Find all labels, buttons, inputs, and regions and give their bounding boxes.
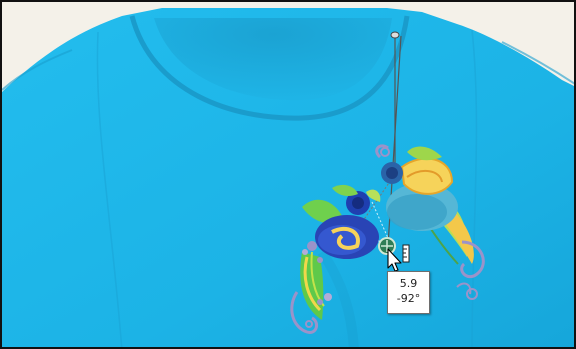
design-viewport[interactable]: 5.9 -92° bbox=[0, 0, 576, 349]
top-anchor-handle-icon[interactable] bbox=[390, 31, 400, 39]
rotation-tooltip: 5.9 -92° bbox=[387, 271, 430, 314]
t-shirt bbox=[2, 8, 574, 347]
tooltip-angle-value: -92° bbox=[396, 292, 421, 305]
rotation-handle-icon[interactable] bbox=[378, 237, 396, 255]
embroidery-canvas[interactable] bbox=[2, 2, 576, 349]
tooltip-length-value: 5.9 bbox=[399, 277, 418, 290]
ruler-icon bbox=[402, 244, 410, 263]
